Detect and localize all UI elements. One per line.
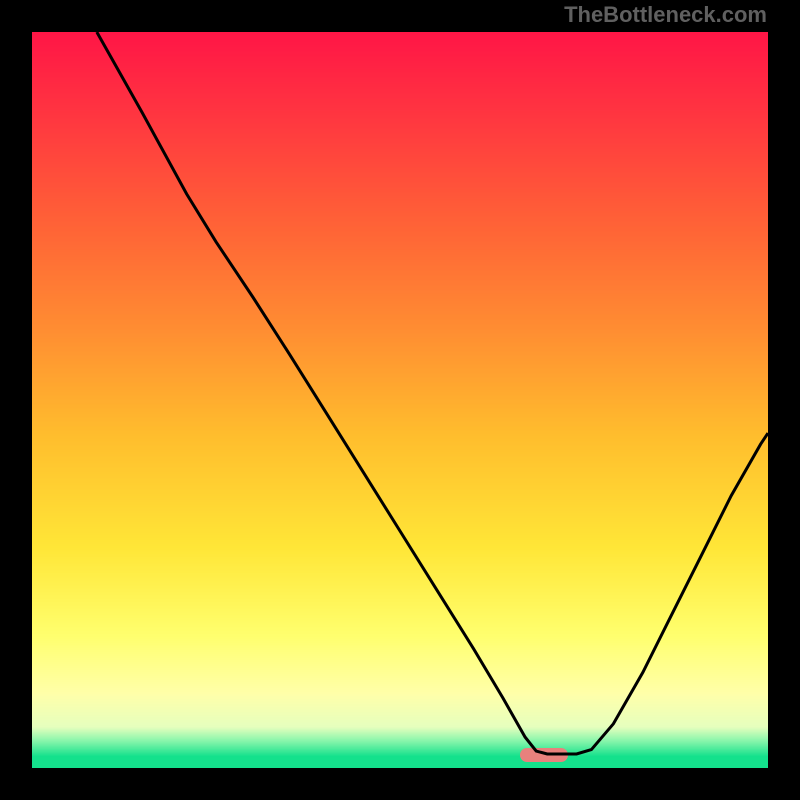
plot-area <box>32 32 768 768</box>
curve-path <box>97 32 768 754</box>
frame-border-right <box>768 0 800 800</box>
chart-frame: TheBottleneck.com <box>0 0 800 800</box>
watermark-text: TheBottleneck.com <box>564 2 767 28</box>
frame-border-left <box>0 0 32 800</box>
frame-border-bottom <box>0 768 800 800</box>
bottleneck-curve <box>32 32 768 768</box>
